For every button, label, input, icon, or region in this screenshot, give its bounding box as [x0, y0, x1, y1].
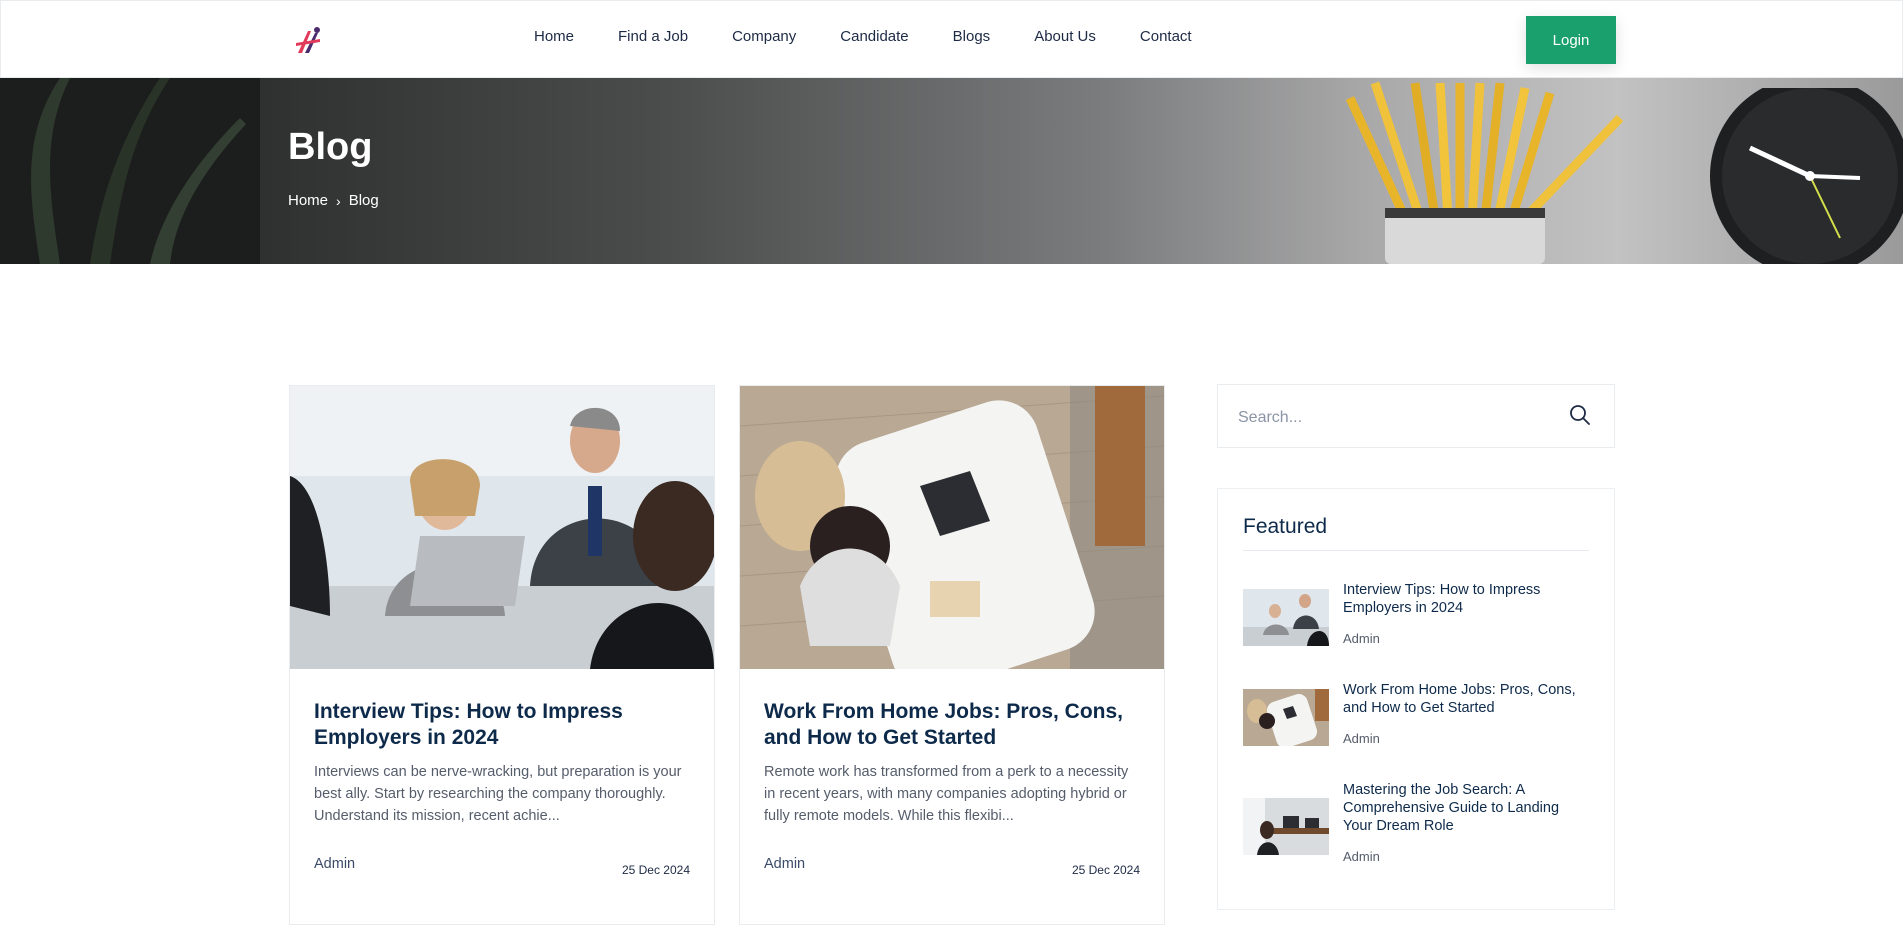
- featured-item-title[interactable]: Work From Home Jobs: Pros, Cons, and How…: [1343, 681, 1589, 717]
- post-excerpt: Remote work has transformed from a perk …: [764, 764, 1129, 824]
- featured-item-title[interactable]: Mastering the Job Search: A Comprehensiv…: [1343, 781, 1589, 835]
- work-from-home-image[interactable]: [740, 386, 1164, 669]
- featured-item-author[interactable]: Admin: [1343, 849, 1380, 864]
- hero-plant-image: [0, 78, 260, 264]
- interview-meeting-image[interactable]: [290, 386, 714, 669]
- featured-heading: Featured: [1243, 515, 1328, 538]
- post-meta: Admin 25 Dec 2024: [314, 853, 690, 877]
- page-hero: Blog Home › Blog: [0, 78, 1903, 264]
- search-input[interactable]: [1238, 405, 1558, 431]
- main-nav: Home Find a Job Company Candidate Blogs …: [534, 28, 1236, 45]
- nav-find-a-job[interactable]: Find a Job: [618, 28, 688, 45]
- featured-thumbnail[interactable]: [1243, 589, 1329, 646]
- nav-blogs[interactable]: Blogs: [953, 28, 991, 45]
- breadcrumb-current: Blog: [348, 192, 379, 209]
- featured-item-author[interactable]: Admin: [1343, 731, 1380, 746]
- hero-clock-image: [1710, 88, 1903, 264]
- hero-pencils-image: [1345, 81, 1624, 264]
- post-excerpt: Interviews can be nerve-wracking, but pr…: [314, 764, 682, 824]
- post-title[interactable]: Interview Tips: How to Impress Employers…: [314, 699, 690, 751]
- nav-home[interactable]: Home: [534, 28, 574, 45]
- divider: [1243, 550, 1589, 551]
- card-body: Work From Home Jobs: Pros, Cons, and How…: [740, 669, 1164, 877]
- search-icon[interactable]: [1568, 403, 1592, 427]
- breadcrumb-home[interactable]: Home: [288, 192, 328, 209]
- card-body: Interview Tips: How to Impress Employers…: [290, 669, 714, 877]
- featured-thumbnail[interactable]: [1243, 798, 1329, 855]
- blog-card: Work From Home Jobs: Pros, Cons, and How…: [739, 385, 1165, 925]
- post-author[interactable]: Admin: [764, 856, 805, 872]
- chevron-right-icon: ›: [336, 192, 341, 209]
- site-header: Home Find a Job Company Candidate Blogs …: [0, 0, 1903, 78]
- nav-company[interactable]: Company: [732, 28, 796, 45]
- nav-candidate[interactable]: Candidate: [840, 28, 908, 45]
- nav-about-us[interactable]: About Us: [1034, 28, 1096, 45]
- login-button[interactable]: Login: [1526, 16, 1616, 64]
- post-date: 25 Dec 2024: [621, 863, 690, 877]
- featured-thumbnail[interactable]: [1243, 689, 1329, 746]
- post-date: 25 Dec 2024: [1071, 863, 1140, 877]
- post-meta: Admin 25 Dec 2024: [764, 853, 1140, 877]
- featured-item-author[interactable]: Admin: [1343, 631, 1380, 646]
- post-author[interactable]: Admin: [314, 856, 355, 872]
- breadcrumb: Home › Blog: [288, 192, 379, 209]
- featured-widget: Featured Interview Tips: How to Impress …: [1217, 488, 1615, 910]
- featured-item-title[interactable]: Interview Tips: How to Impress Employers…: [1343, 581, 1589, 617]
- search-box: [1217, 384, 1615, 448]
- post-title[interactable]: Work From Home Jobs: Pros, Cons, and How…: [764, 699, 1140, 751]
- nav-contact[interactable]: Contact: [1140, 28, 1192, 45]
- brand-logo-icon[interactable]: [290, 23, 326, 59]
- page-title: Blog: [288, 126, 373, 168]
- blog-card: Interview Tips: How to Impress Employers…: [289, 385, 715, 925]
